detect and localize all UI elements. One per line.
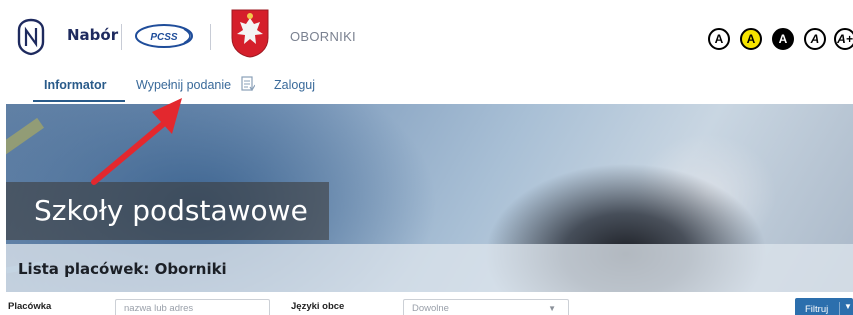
main-nav: Informator Wypełnij podanie Zaloguj (0, 72, 853, 102)
hero-banner: Szkoły podstawowe Lista placówek: Oborni… (6, 104, 853, 292)
banner-decoration (6, 117, 45, 163)
placowka-search-input[interactable]: nazwa lub adres (115, 299, 270, 315)
filter-row: Placówka nazwa lub adres Języki obce Dow… (0, 293, 853, 315)
nav-wypelnij-podanie[interactable]: Wypełnij podanie (136, 78, 231, 92)
pcss-logo-text: PCSS (150, 32, 178, 43)
city-name: OBORNIKI (290, 29, 356, 44)
list-header-bar: Lista placówek: Oborniki (6, 244, 853, 292)
pcss-logo-icon: PCSS (135, 24, 193, 48)
banner-title-box: Szkoły podstawowe (6, 182, 329, 240)
nav-informator[interactable]: Informator (44, 78, 107, 92)
jezyki-select[interactable]: Dowolne ▼ (403, 299, 569, 315)
page-title: Szkoły podstawowe (34, 194, 308, 227)
font-size-increase-button[interactable]: A+ (834, 28, 853, 50)
header-divider (121, 24, 122, 50)
placowka-label: Placówka (8, 301, 52, 312)
header-divider (210, 24, 211, 50)
list-title: Lista placówek: Oborniki (18, 260, 227, 278)
chevron-down-icon: ▼ (548, 304, 556, 313)
jezyki-selected-value: Dowolne (412, 303, 449, 314)
brand-name[interactable]: Nabór (67, 26, 118, 44)
jezyki-label: Języki obce (291, 301, 345, 312)
nav-active-underline (33, 100, 125, 102)
placowka-placeholder: nazwa lub adres (124, 303, 194, 314)
form-document-icon[interactable] (241, 76, 255, 92)
nabor-logo-icon[interactable] (16, 18, 46, 56)
filter-button-label: Filtruj (805, 304, 829, 315)
oborniki-crest-icon (231, 9, 269, 58)
nav-zaloguj[interactable]: Zaloguj (274, 78, 315, 92)
contrast-yellow-button[interactable]: A (740, 28, 762, 50)
caret-down-icon[interactable]: ▼ (839, 302, 852, 315)
contrast-black-button[interactable]: A (772, 28, 794, 50)
filter-button[interactable]: Filtruj ▼ (795, 298, 853, 315)
contrast-default-button[interactable]: A (708, 28, 730, 50)
header: Nabór PCSS OBORNIKI A A A A A+ (0, 0, 853, 70)
font-size-button[interactable]: A (804, 28, 826, 50)
